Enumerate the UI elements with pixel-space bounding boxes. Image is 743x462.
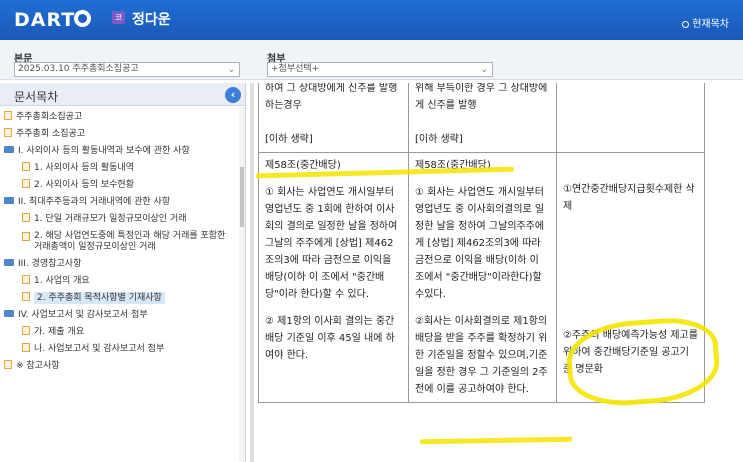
toc-item[interactable]: 1. 사업의 개요 — [4, 273, 239, 290]
document-icon — [22, 213, 30, 222]
table-cell: 제58조(중간배당) ① 회사는 사업연도 개시일부터 영업년도 중 이사회의결… — [408, 152, 557, 403]
toc-item-label: 가. 제출 개요 — [34, 327, 84, 337]
document-content: 하여 그 상대방에게 신주를 발행하는경우 [이하 생략] 위해 부득이한 경우… — [250, 83, 743, 462]
table-cell: 하여 그 상대방에게 신주를 발행하는경우 [이하 생략] — [258, 83, 409, 153]
toc-item[interactable]: IV. 사업보고서 및 감사보고서 첨부 — [4, 307, 239, 324]
toc-header: 문서목차 ‹ — [0, 83, 245, 106]
paragraph: ① 회사는 사업연도 개시일부터 영업년도 중 이사회의결의로 일정한 날을 정… — [415, 187, 545, 300]
folder-icon — [4, 197, 14, 204]
toc-item-label: ※ 참고사항 — [16, 361, 60, 371]
toc-item-label: I. 사외이사 등의 활동내역과 보수에 관한 사항 — [18, 146, 190, 156]
toc-item[interactable]: 가. 제출 개요 — [4, 324, 239, 341]
current-target-link[interactable]: 현재목차 — [682, 15, 729, 30]
collapse-panel-button[interactable]: ‹ — [225, 87, 241, 103]
toc-scroll-thumb[interactable] — [240, 167, 244, 227]
toc-item-label: III. 경영참고사항 — [18, 259, 82, 269]
document-icon — [22, 162, 30, 171]
attachment-select[interactable]: +첨부선택+ ⌄ — [267, 62, 493, 77]
toc-item[interactable]: 주주총회 소집공고 — [4, 126, 239, 143]
paragraph: ② 제1항의 이사회 결의는 중간배당 기준일 이후 45일 내에 하여야 한다… — [265, 316, 395, 361]
content-scrollbar[interactable] — [250, 83, 254, 462]
document-icon — [22, 292, 30, 301]
paragraph: ②회사는 이사회결의로 제1항의 배당을 받을 주주를 확정하기 위한 기준일을… — [415, 316, 548, 395]
attachment-value: +첨부선택+ — [271, 64, 320, 74]
toc-item-label: II. 최대주주등과의 거래내역에 관한 사항 — [18, 197, 171, 207]
dart-logo-mark-icon — [74, 10, 91, 27]
document-icon — [22, 275, 30, 284]
toc-item-selected[interactable]: 2. 주주총회 목적사항별 기재사항 — [4, 290, 239, 307]
toc-scrollbar[interactable] — [239, 107, 245, 462]
current-target-label: 현재목차 — [692, 19, 729, 30]
main-doc-select[interactable]: 2025.03.10 주주총회소집공고 ⌄ — [14, 62, 240, 77]
toc-item[interactable]: 1. 단일 거래규모가 일정규모이상인 거래 — [4, 211, 239, 228]
toc-item-label: 2. 사외이사 등의 보수현황 — [34, 180, 134, 190]
toc-item-label: 주주총회 소집공고 — [16, 129, 86, 139]
toc-item[interactable]: 2. 사외이사 등의 보수현황 — [4, 177, 239, 194]
folder-icon — [4, 259, 14, 266]
toc-list: 주주총회소집공고 주주총회 소집공고 I. 사외이사 등의 활동내역과 보수에 … — [4, 109, 239, 375]
main-doc-value: 2025.03.10 주주총회소집공고 — [18, 64, 139, 74]
paragraph: ①연간중간배당지급횟수제한 삭제 — [563, 184, 695, 212]
toc-title: 문서목차 — [14, 90, 59, 104]
table-cell: 위해 부득이한 경우 그 상대방에게 신주를 발행 [이하 생략] — [408, 83, 557, 153]
toc-item-label: 주주총회소집공고 — [16, 112, 83, 122]
chevron-down-icon: ⌄ — [227, 65, 235, 75]
folder-icon — [4, 310, 14, 317]
table-cell — [556, 83, 705, 153]
table-of-contents-panel: 문서목차 ‹ 주주총회소집공고 주주총회 소집공고 I. 사외이사 등의 활동내… — [0, 83, 246, 462]
document-icon — [22, 343, 30, 352]
folder-icon — [4, 146, 14, 153]
toc-item-label: IV. 사업보고서 및 감사보고서 첨부 — [18, 310, 148, 320]
toc-item[interactable]: 나. 사업보고서 및 감사보고서 첨부 — [4, 341, 239, 358]
circle-icon — [682, 21, 690, 28]
document-icon — [4, 360, 12, 369]
toc-item[interactable]: III. 경영참고사항 — [4, 256, 239, 273]
toc-item-label: 1. 사업의 개요 — [34, 276, 90, 286]
top-header-bar: DART 코 정다운 현재목차 — [0, 0, 743, 40]
toc-item[interactable]: I. 사외이사 등의 활동내역과 보수에 관한 사항 — [4, 143, 239, 160]
toc-item-label: 2. 해당 사업연도중에 특정인과 해당 거래를 포함한 거래총액이 일정규모이… — [34, 231, 226, 252]
toc-item[interactable]: 주주총회소집공고 — [4, 109, 239, 126]
table-row: 하여 그 상대방에게 신주를 발행하는경우 [이하 생략] 위해 부득이한 경우… — [258, 83, 705, 153]
company-name: 정다운 — [132, 12, 171, 28]
document-icon — [4, 111, 12, 120]
document-icon — [22, 232, 30, 241]
toc-item[interactable]: II. 최대주주등과의 거래내역에 관한 사항 — [4, 194, 239, 211]
toc-item-label: 1. 사외이사 등의 활동내역 — [34, 163, 134, 173]
document-icon — [22, 326, 30, 335]
toc-item[interactable]: ※ 참고사항 — [4, 358, 239, 375]
document-selector-bar: 본문 2025.03.10 주주총회소집공고 ⌄ 첨부 +첨부선택+ ⌄ — [0, 40, 743, 80]
chevron-down-icon: ⌄ — [480, 65, 488, 75]
document-icon — [22, 179, 30, 188]
document-icon — [4, 128, 12, 137]
toc-item[interactable]: 1. 사외이사 등의 활동내역 — [4, 160, 239, 177]
toc-item[interactable]: 2. 해당 사업연도중에 특정인과 해당 거래를 포함한 거래총액이 일정규모이… — [4, 228, 239, 256]
toc-item-label: 나. 사업보고서 및 감사보고서 첨부 — [34, 344, 165, 354]
toc-item-label: 2. 주주총회 목적사항별 기재사항 — [34, 292, 165, 304]
table-cell: 제58조(중간배당) ① 회사는 사업연도 개시일부터 영업년도 중 1회에 한… — [258, 152, 409, 403]
company-type-badge: 코 — [112, 11, 125, 24]
dart-logo[interactable]: DART — [14, 9, 75, 31]
toc-item-label: 1. 단일 거래규모가 일정규모이상인 거래 — [34, 214, 187, 224]
paragraph: ① 회사는 사업연도 개시일부터 영업년도 중 1회에 한하여 이사회의 결의로… — [265, 187, 398, 300]
